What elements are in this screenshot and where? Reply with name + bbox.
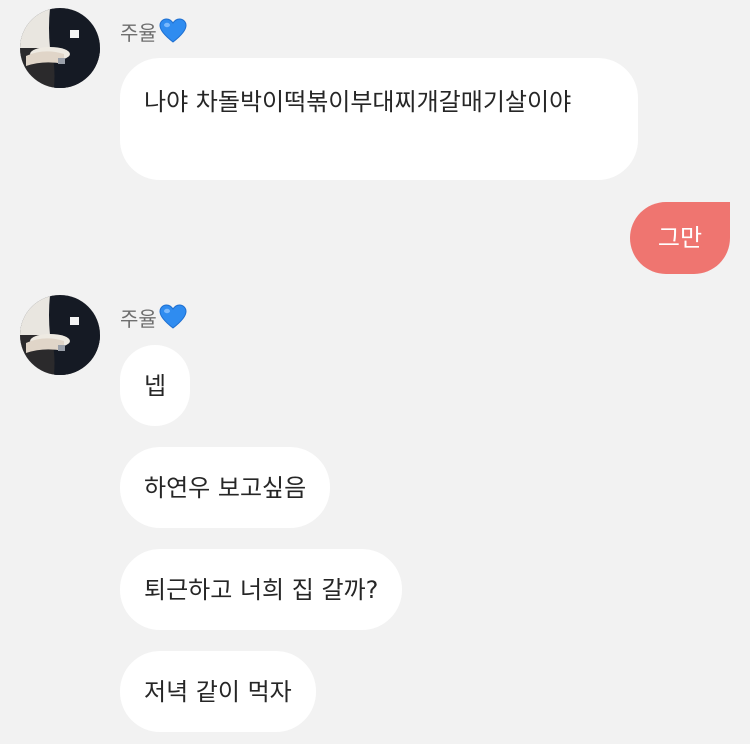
message-text: 넵 bbox=[144, 371, 167, 400]
message-text: 그만 bbox=[657, 224, 703, 252]
sender-avatar[interactable] bbox=[20, 295, 100, 375]
message-text: 나야 차돌박이떡볶이부대찌개갈매기살이야 bbox=[144, 88, 572, 116]
message-text: 하연우 보고싶음 bbox=[144, 473, 307, 502]
message-text: 퇴근하고 너희 집 갈까? bbox=[144, 575, 379, 604]
message-bubble-incoming[interactable]: 퇴근하고 너희 집 갈까? bbox=[120, 549, 403, 630]
message-bubble-incoming[interactable]: 저녁 같이 먹자 bbox=[120, 651, 316, 732]
message-bubble-incoming[interactable]: 넵 bbox=[120, 345, 191, 426]
sender-name: 주율 bbox=[120, 306, 157, 331]
message-bubble-incoming[interactable]: 하연우 보고싶음 bbox=[120, 447, 331, 528]
avatar-photo bbox=[20, 8, 100, 88]
sender-avatar[interactable] bbox=[20, 8, 100, 88]
blue-heart-icon bbox=[159, 304, 187, 329]
blue-heart-icon bbox=[159, 18, 187, 43]
message-bubble-outgoing[interactable]: 그만 bbox=[630, 202, 730, 274]
message-bubble-incoming[interactable]: 나야 차돌박이떡볶이부대찌개갈매기살이야 bbox=[120, 58, 638, 180]
message-text: 저녁 같이 먹자 bbox=[144, 677, 292, 706]
sender-name: 주율 bbox=[120, 20, 157, 45]
sender-name-row: 주율 bbox=[120, 302, 187, 332]
sender-name-row: 주율 bbox=[120, 16, 187, 46]
avatar-photo bbox=[20, 295, 100, 375]
